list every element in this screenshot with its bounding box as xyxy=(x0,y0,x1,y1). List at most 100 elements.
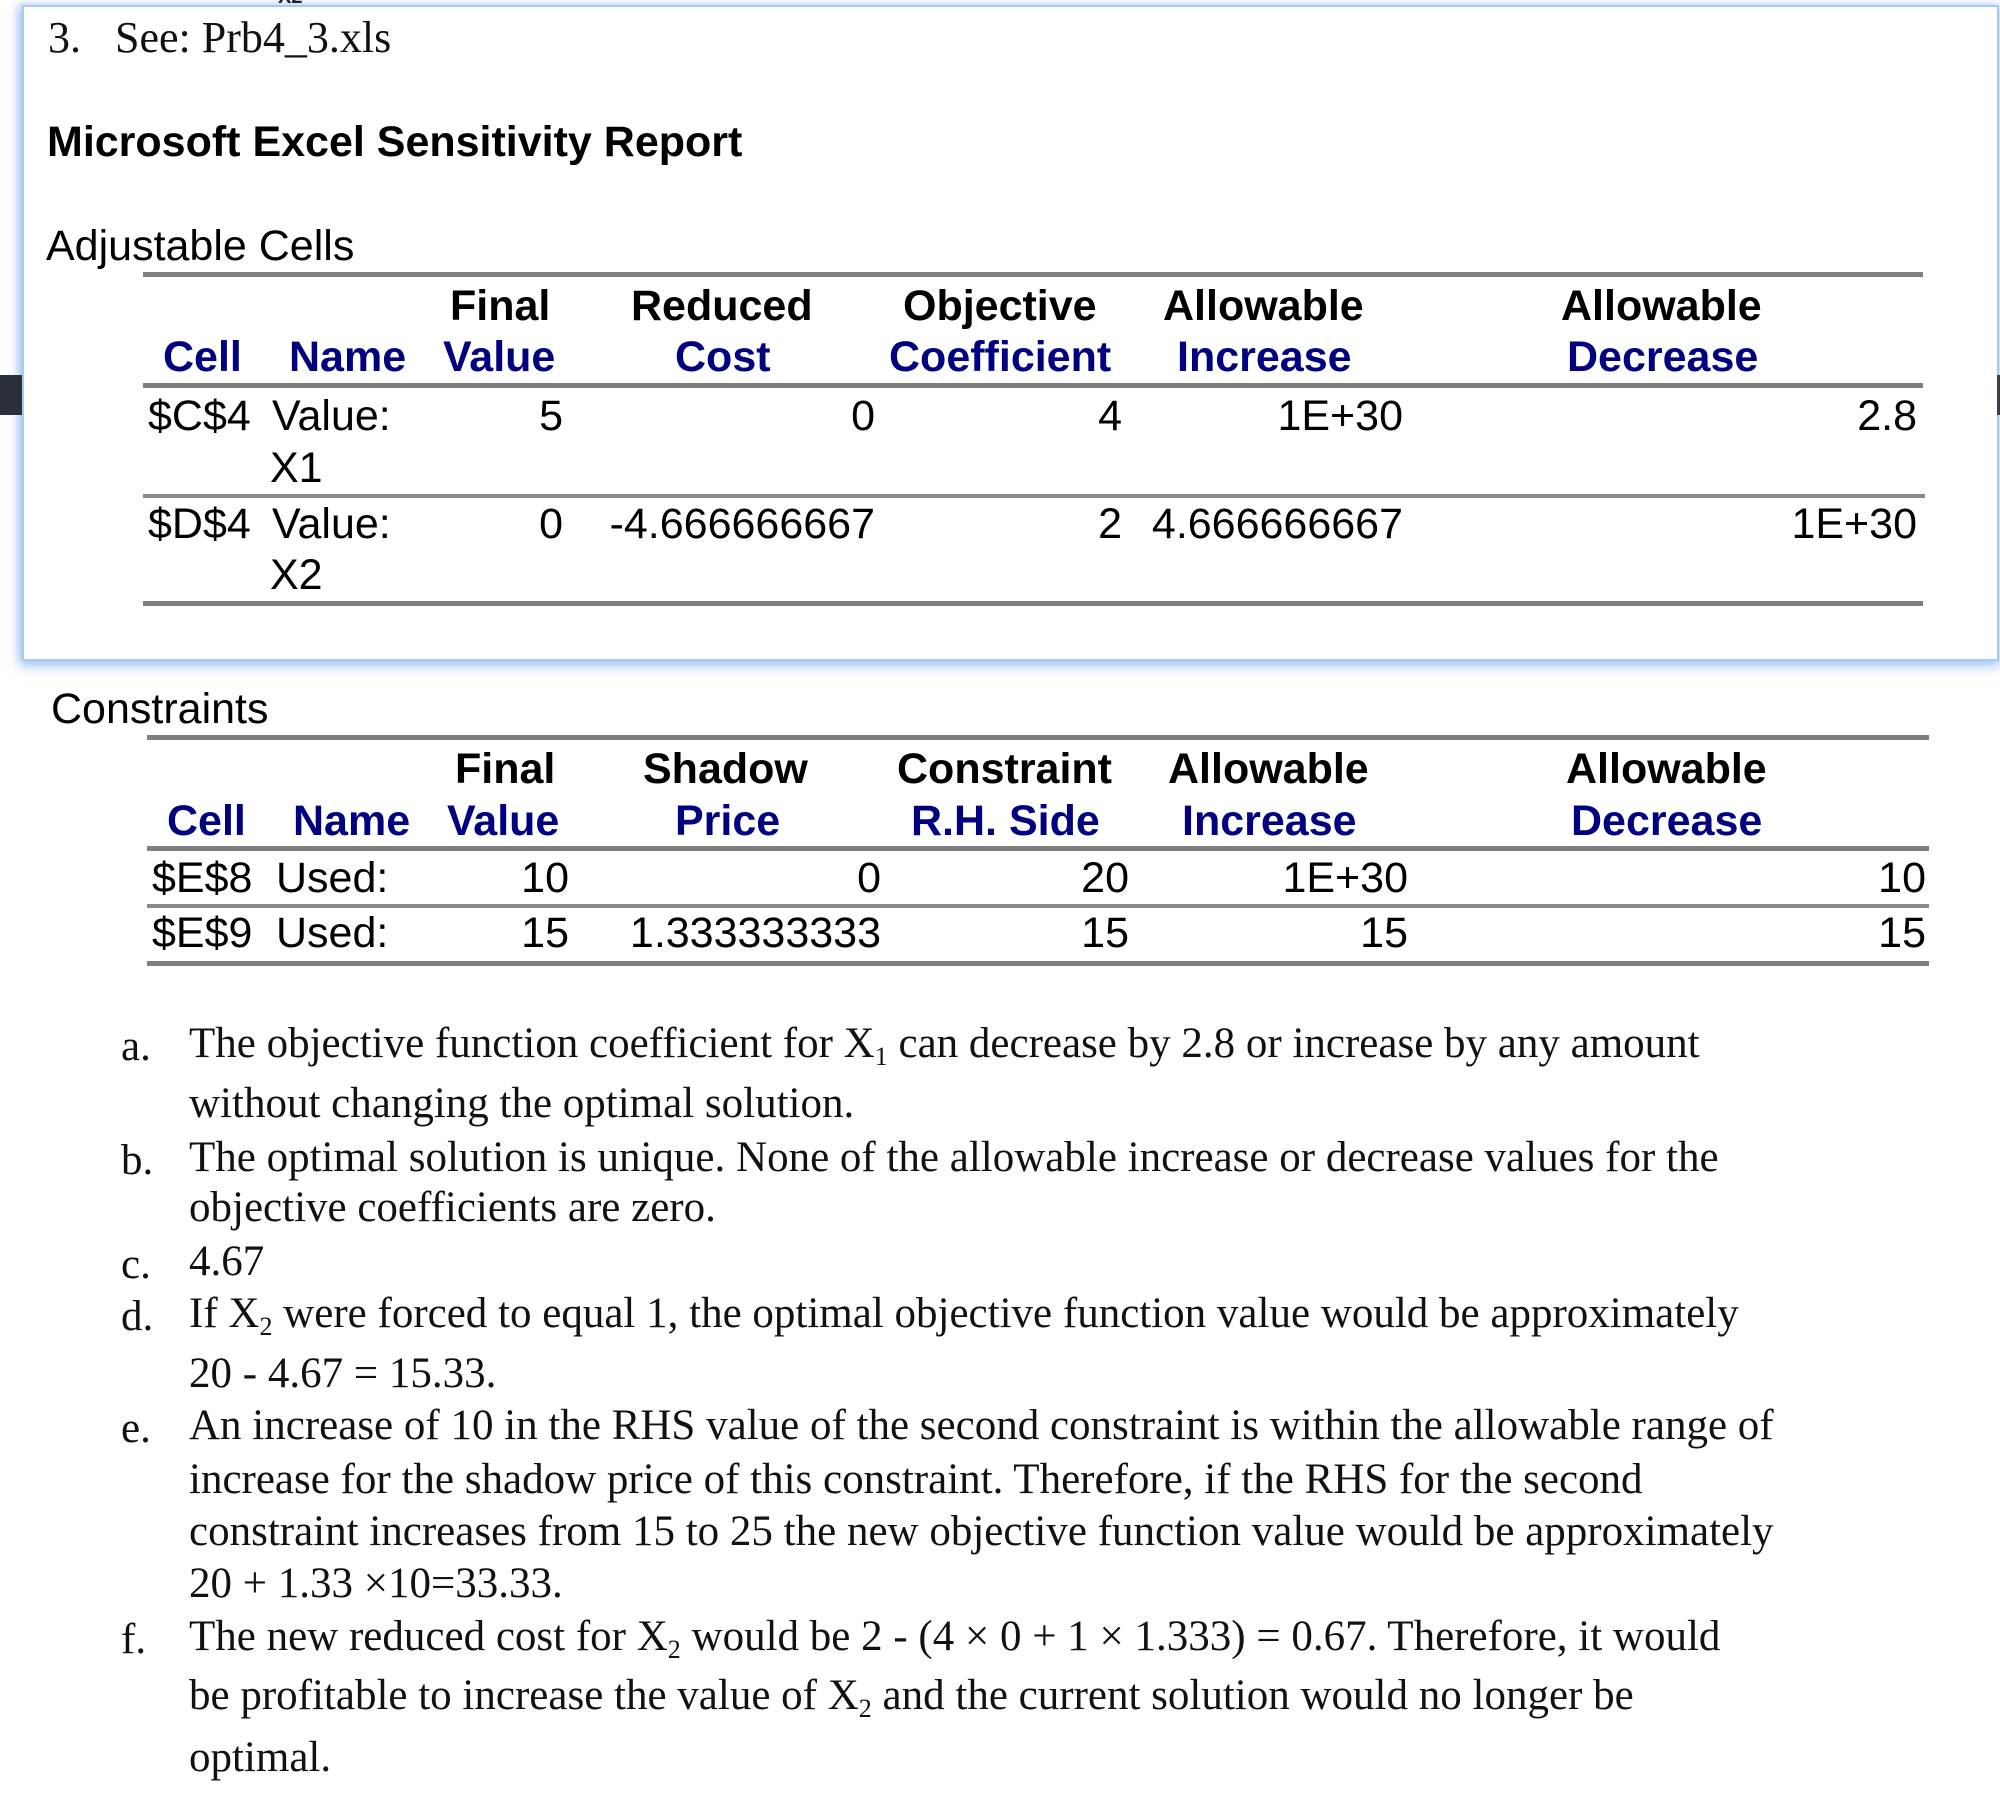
allowable-increase: 1E+30 xyxy=(1277,392,1403,440)
header-allowable-inc: Allowable xyxy=(1168,745,1369,793)
cell-name: Value: xyxy=(272,392,391,440)
answer-line: increase for the shadow price of this co… xyxy=(189,1458,1643,1501)
header-decrease: Decrease xyxy=(1567,333,1759,381)
allowable-decrease: 10 xyxy=(1878,854,1926,902)
reduced-cost: 0 xyxy=(851,392,875,440)
header-increase: Increase xyxy=(1182,797,1357,845)
reduced-cost: -4.666666667 xyxy=(609,500,875,548)
answer-line: The optimal solution is unique. None of … xyxy=(189,1136,1719,1179)
subscript: 1 xyxy=(874,1042,888,1071)
answer-letter: e. xyxy=(121,1405,151,1452)
answer-letter: b. xyxy=(121,1137,154,1184)
objective-coefficient: 2 xyxy=(1098,500,1122,548)
final-value: 5 xyxy=(539,392,563,440)
answer-text: optimal. xyxy=(189,1734,332,1781)
report-title: Microsoft Excel Sensitivity Report xyxy=(47,118,743,166)
answer-text: If X xyxy=(189,1290,260,1337)
cell-name-var: X2 xyxy=(270,551,323,599)
table-rule xyxy=(143,383,1923,388)
answer-line: The new reduced cost for X2 would be 2 -… xyxy=(189,1613,1721,1663)
table-rule xyxy=(147,961,1929,966)
answer-line: If X2 were forced to equal 1, the optima… xyxy=(189,1290,1739,1340)
cell-name-var: X1 xyxy=(270,444,323,492)
header-allowable-dec: Allowable xyxy=(1566,745,1767,793)
objective-coefficient: 4 xyxy=(1098,392,1122,440)
header-shadow: Shadow xyxy=(643,745,808,793)
shadow-price: 1.333333333 xyxy=(629,909,881,957)
header-increase: Increase xyxy=(1177,333,1352,381)
table-rule xyxy=(147,846,1929,851)
answer-line: 4.67 xyxy=(189,1240,264,1283)
answer-text: would be 2 - (4 × 0 + 1 × 1.333) = 0.67.… xyxy=(680,1613,1721,1660)
rh-side: 15 xyxy=(1081,909,1129,957)
header-name: Name xyxy=(293,797,411,845)
allowable-decrease: 1E+30 xyxy=(1791,500,1917,548)
cell-ref: $E$9 xyxy=(152,909,253,957)
allowable-increase: 1E+30 xyxy=(1282,854,1408,902)
cell-name: Value: xyxy=(272,500,391,548)
subscript: 2 xyxy=(667,1635,681,1664)
cell-ref: $C$4 xyxy=(148,392,251,440)
answer-text: An increase of 10 in the RHS value of th… xyxy=(189,1402,1774,1449)
answer-line: optimal. xyxy=(189,1736,331,1779)
final-value: 0 xyxy=(539,500,563,548)
answer-line: objective coefficients are zero. xyxy=(189,1186,716,1229)
header-final: Final xyxy=(450,282,551,330)
answer-line: be profitable to increase the value of X… xyxy=(189,1672,1634,1722)
allowable-decrease: 15 xyxy=(1878,909,1926,957)
constraints-label: Constraints xyxy=(51,685,269,733)
rh-side: 20 xyxy=(1081,854,1129,902)
left-edge-handle xyxy=(0,375,22,415)
answer-text: 20 + 1.33 ×10=33.33. xyxy=(189,1560,563,1607)
answer-text: and the current solution would no longer… xyxy=(871,1672,1634,1719)
header-name: Name xyxy=(289,333,407,381)
header-cost: Cost xyxy=(675,333,771,381)
final-value: 10 xyxy=(521,854,569,902)
answer-text: be profitable to increase the value of X xyxy=(189,1672,859,1719)
adjustable-cells-label: Adjustable Cells xyxy=(46,222,355,270)
answer-text: without changing the optimal solution. xyxy=(189,1080,855,1127)
answer-text: can decrease by 2.8 or increase by any a… xyxy=(887,1020,1700,1067)
header-value: Value xyxy=(443,333,556,381)
header-rh-side: R.H. Side xyxy=(911,797,1100,845)
answer-text: constraint increases from 15 to 25 the n… xyxy=(189,1508,1774,1555)
cut-off-text: X2 xyxy=(278,0,302,9)
answer-line: An increase of 10 in the RHS value of th… xyxy=(189,1404,1774,1447)
answer-text: 4.67 xyxy=(189,1238,265,1285)
answer-text: The objective function coefficient for X xyxy=(189,1020,875,1067)
answer-letter: f. xyxy=(121,1616,147,1663)
answer-text: 20 - 4.67 = 15.33. xyxy=(189,1350,497,1397)
cell-ref: $D$4 xyxy=(148,500,251,548)
header-final: Final xyxy=(455,745,556,793)
header-allowable-inc: Allowable xyxy=(1163,282,1364,330)
problem-reference: See: Prb4_3.xls xyxy=(115,13,392,62)
answer-line: constraint increases from 15 to 25 the n… xyxy=(189,1510,1774,1553)
header-constraint: Constraint xyxy=(897,745,1112,793)
answer-line: without changing the optimal solution. xyxy=(189,1082,854,1125)
shadow-price: 0 xyxy=(857,854,881,902)
answer-letter: c. xyxy=(121,1241,151,1288)
answer-text: were forced to equal 1, the optimal obje… xyxy=(272,1290,1739,1337)
answer-line: The objective function coefficient for X… xyxy=(189,1020,1700,1070)
header-cell: Cell xyxy=(167,797,246,845)
header-price: Price xyxy=(675,797,781,845)
problem-number: 3. xyxy=(48,13,81,62)
cell-name: Used: xyxy=(276,854,389,902)
allowable-increase: 4.666666667 xyxy=(1151,500,1403,548)
header-objective: Objective xyxy=(903,282,1097,330)
header-cell: Cell xyxy=(163,333,242,381)
header-reduced: Reduced xyxy=(631,282,813,330)
cell-name: Used: xyxy=(276,909,389,957)
header-allowable-dec: Allowable xyxy=(1561,282,1762,330)
subscript: 2 xyxy=(858,1694,872,1723)
answer-text: objective coefficients are zero. xyxy=(189,1184,716,1231)
table-rule xyxy=(143,601,1923,606)
answer-letter: d. xyxy=(121,1293,154,1340)
header-value: Value xyxy=(447,797,560,845)
allowable-decrease: 2.8 xyxy=(1857,392,1917,440)
answer-text: The new reduced cost for X xyxy=(189,1613,668,1660)
answer-text: The optimal solution is unique. None of … xyxy=(189,1134,1719,1181)
subscript: 2 xyxy=(259,1312,273,1341)
row-divider xyxy=(143,494,1925,498)
header-decrease: Decrease xyxy=(1571,797,1763,845)
